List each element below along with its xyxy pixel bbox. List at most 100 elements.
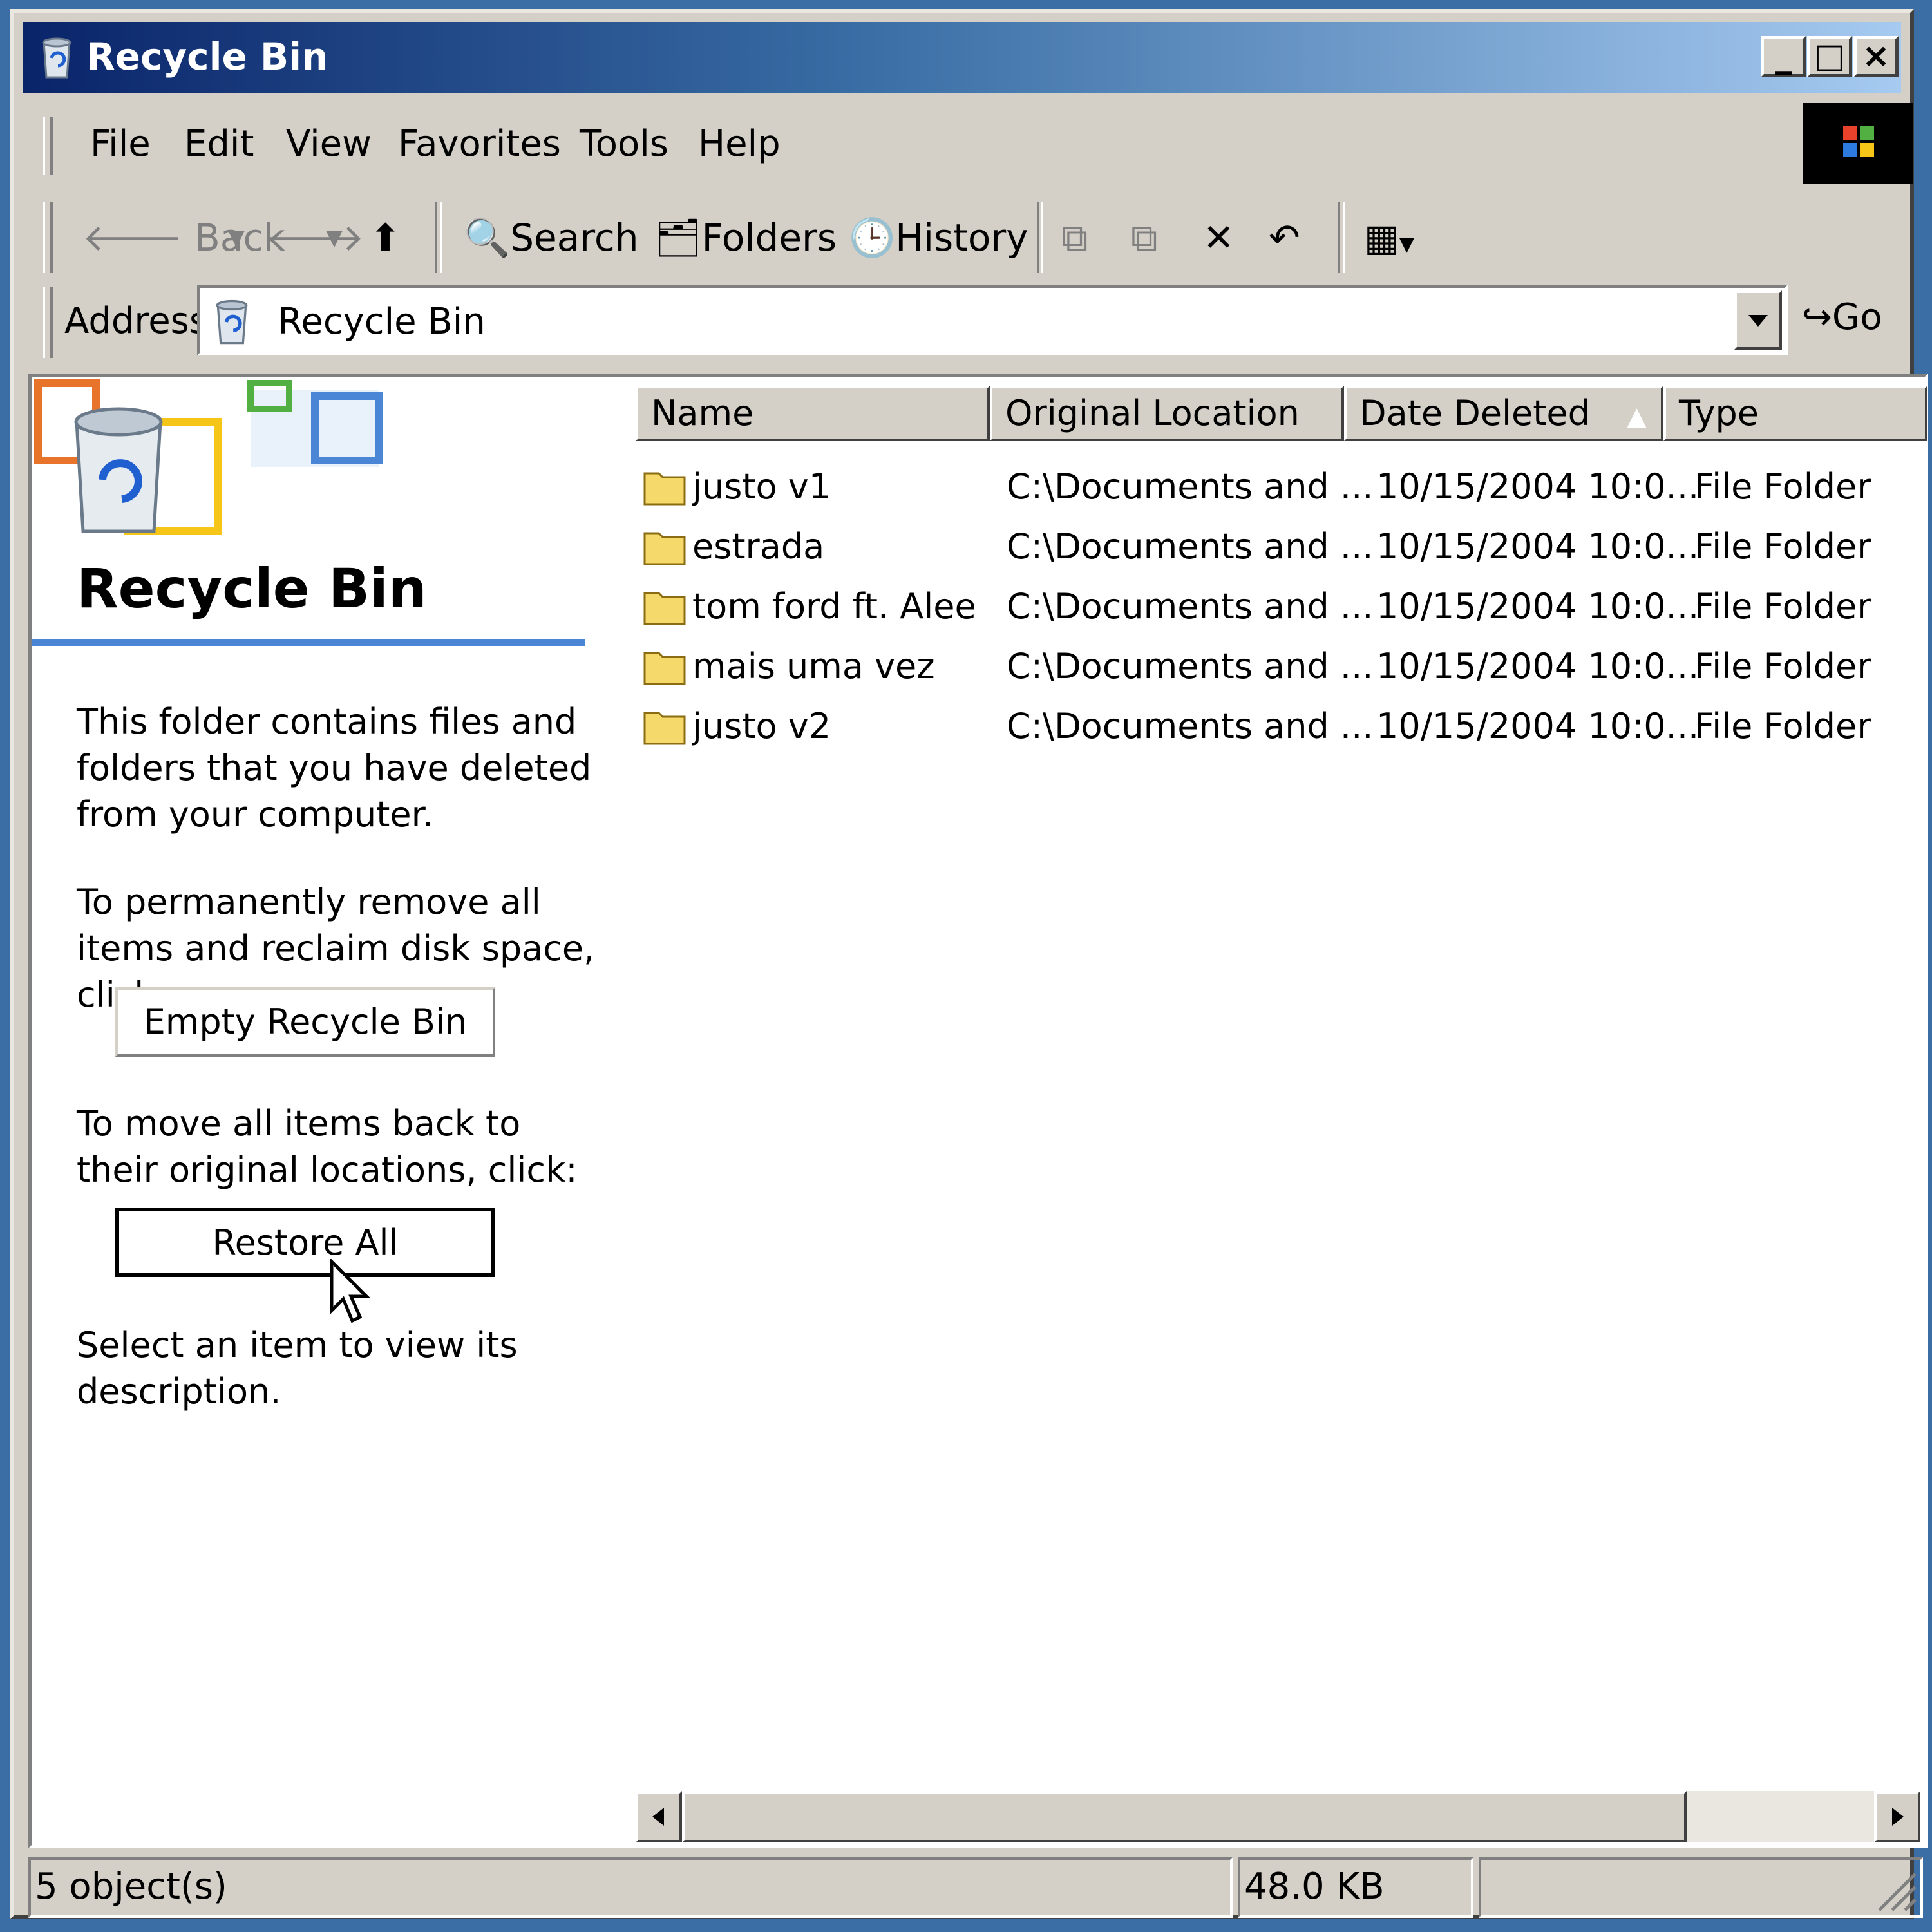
address-label: Address bbox=[64, 300, 209, 342]
delete-x-icon: ✕ bbox=[1203, 216, 1235, 260]
close-icon: × bbox=[1862, 37, 1890, 75]
undo-button[interactable]: ↶ bbox=[1269, 215, 1300, 260]
panel-divider bbox=[32, 639, 585, 646]
back-dropdown[interactable]: ▼ bbox=[228, 215, 245, 260]
address-dropdown[interactable] bbox=[1734, 290, 1782, 350]
empty-recycle-bin-button[interactable]: Empty Recycle Bin bbox=[115, 987, 495, 1057]
list-header: Name Original Location Date Deleted ▲ Ty… bbox=[636, 386, 1927, 441]
toolbar-grip[interactable] bbox=[43, 202, 53, 273]
menu-edit[interactable]: Edit bbox=[184, 124, 254, 165]
copy-to-icon: ⧉ bbox=[1131, 216, 1158, 260]
menu-help[interactable]: Help bbox=[698, 124, 781, 165]
menu-tools[interactable]: Tools bbox=[580, 124, 668, 165]
item-date: 10/15/2004 10:0... bbox=[1376, 706, 1700, 746]
history-label: History bbox=[895, 216, 1028, 260]
menu-bar: File Edit View Favorites Tools Help bbox=[31, 103, 1795, 180]
horizontal-scrollbar[interactable] bbox=[636, 1791, 1920, 1842]
menu-view[interactable]: View bbox=[286, 124, 372, 165]
explorer-window: Recycle Bin _ □ × File Edit View Favorit… bbox=[10, 9, 1928, 1919]
scroll-right-button[interactable] bbox=[1874, 1791, 1920, 1842]
windows-logo-throbber bbox=[1803, 103, 1913, 184]
folder-icon bbox=[643, 712, 686, 745]
move-to-button[interactable]: ⧉ bbox=[1061, 215, 1088, 260]
list-item[interactable]: justo v1 C:\Documents and ... 10/15/2004… bbox=[636, 458, 1927, 516]
menu-file[interactable]: File bbox=[90, 124, 151, 165]
column-header-name[interactable]: Name bbox=[636, 386, 990, 441]
column-header-type[interactable]: Type bbox=[1663, 386, 1927, 441]
item-type: File Folder bbox=[1694, 586, 1871, 627]
chevron-down-icon: ▼ bbox=[326, 225, 343, 251]
search-label: Search bbox=[510, 216, 639, 260]
delete-button[interactable]: ✕ bbox=[1203, 215, 1235, 260]
menu-grip[interactable] bbox=[43, 117, 53, 175]
list-item[interactable]: justo v2 C:\Documents and ... 10/15/2004… bbox=[636, 697, 1927, 755]
item-name: tom ford ft. Alee bbox=[692, 586, 976, 627]
folders-icon: 🗂 bbox=[654, 216, 702, 260]
folders-label: Folders bbox=[701, 216, 837, 260]
chevron-down-icon: ▼ bbox=[228, 225, 245, 251]
item-type: File Folder bbox=[1694, 466, 1871, 507]
item-date: 10/15/2004 10:0... bbox=[1376, 586, 1700, 627]
file-list[interactable]: Name Original Location Date Deleted ▲ Ty… bbox=[636, 377, 1927, 1842]
content-area: Recycle Bin This folder contains files a… bbox=[28, 374, 1928, 1848]
maximize-icon: □ bbox=[1814, 37, 1846, 75]
toolbar-separator bbox=[1338, 202, 1345, 273]
maximize-button[interactable]: □ bbox=[1807, 36, 1852, 77]
copy-to-button[interactable]: ⧉ bbox=[1131, 215, 1157, 260]
views-grid-icon: ▦ bbox=[1364, 216, 1399, 260]
item-name: estrada bbox=[692, 526, 825, 567]
up-folder-button[interactable]: ⬆ bbox=[370, 215, 401, 260]
date-deleted-label: Date Deleted bbox=[1359, 393, 1590, 433]
list-item[interactable]: mais uma vez C:\Documents and ... 10/15/… bbox=[636, 638, 1927, 696]
column-header-original-location[interactable]: Original Location bbox=[990, 386, 1344, 441]
list-item[interactable]: estrada C:\Documents and ... 10/15/2004 … bbox=[636, 518, 1927, 576]
item-date: 10/15/2004 10:0... bbox=[1376, 466, 1700, 507]
forward-button[interactable]: 🡒 bbox=[264, 215, 365, 260]
folders-button[interactable]: 🗂Folders bbox=[654, 215, 837, 260]
go-arrow-icon: ↪ bbox=[1802, 296, 1832, 338]
search-button[interactable]: 🔍Search bbox=[464, 215, 638, 260]
status-zone bbox=[1479, 1857, 1923, 1918]
back-button[interactable]: 🡐 Back bbox=[82, 215, 285, 260]
resize-grip-icon[interactable] bbox=[1873, 1868, 1918, 1913]
recycle-bin-icon bbox=[216, 299, 248, 345]
restore-all-button[interactable]: Restore All bbox=[115, 1208, 495, 1277]
item-location: C:\Documents and ... bbox=[1007, 586, 1374, 627]
folder-icon bbox=[643, 652, 686, 685]
status-size: 48.0 KB bbox=[1238, 1857, 1473, 1918]
chevron-down-icon bbox=[1748, 315, 1768, 327]
close-button[interactable]: × bbox=[1853, 36, 1899, 77]
menu-favorites[interactable]: Favorites bbox=[398, 124, 561, 165]
address-input[interactable]: Recycle Bin bbox=[197, 285, 1788, 355]
window-title: Recycle Bin bbox=[86, 35, 328, 79]
address-value: Recycle Bin bbox=[278, 301, 486, 343]
back-arrow-icon: 🡐 bbox=[82, 216, 183, 260]
item-type: File Folder bbox=[1694, 646, 1871, 687]
item-name: justo v1 bbox=[692, 466, 831, 507]
undo-icon: ↶ bbox=[1269, 216, 1300, 260]
history-button[interactable]: 🕒History bbox=[849, 215, 1028, 260]
scrollbar-thumb[interactable] bbox=[682, 1791, 1687, 1842]
address-bar: Address Recycle Bin ↪Go bbox=[31, 281, 1918, 365]
toolbar-separator bbox=[435, 202, 442, 273]
standard-toolbar: 🡐 Back ▼ 🡒 ▼ ⬆ 🔍Search 🗂Folders 🕒History… bbox=[31, 196, 1918, 279]
column-header-date-deleted[interactable]: Date Deleted ▲ bbox=[1344, 386, 1663, 441]
arrow-left-icon bbox=[652, 1808, 664, 1826]
arrow-right-icon bbox=[1892, 1808, 1904, 1826]
restore-prompt: To move all items back to their original… bbox=[77, 1103, 578, 1190]
list-item[interactable]: tom ford ft. Alee C:\Documents and ... 1… bbox=[636, 578, 1927, 636]
item-location: C:\Documents and ... bbox=[1007, 646, 1374, 687]
go-button[interactable]: ↪Go bbox=[1802, 295, 1882, 340]
up-folder-icon: ⬆ bbox=[370, 216, 401, 260]
views-button[interactable]: ▦▼ bbox=[1364, 215, 1414, 267]
forward-dropdown[interactable]: ▼ bbox=[326, 215, 343, 260]
address-grip[interactable] bbox=[43, 287, 53, 358]
folder-icon bbox=[643, 532, 686, 565]
scroll-left-button[interactable] bbox=[636, 1791, 682, 1842]
history-icon: 🕒 bbox=[849, 216, 896, 260]
minimize-icon: _ bbox=[1775, 37, 1792, 75]
select-hint: Select an item to view its description. bbox=[77, 1325, 518, 1412]
search-icon: 🔍 bbox=[464, 216, 511, 260]
minimize-button[interactable]: _ bbox=[1761, 36, 1806, 77]
title-bar[interactable]: Recycle Bin _ □ × bbox=[23, 22, 1901, 93]
